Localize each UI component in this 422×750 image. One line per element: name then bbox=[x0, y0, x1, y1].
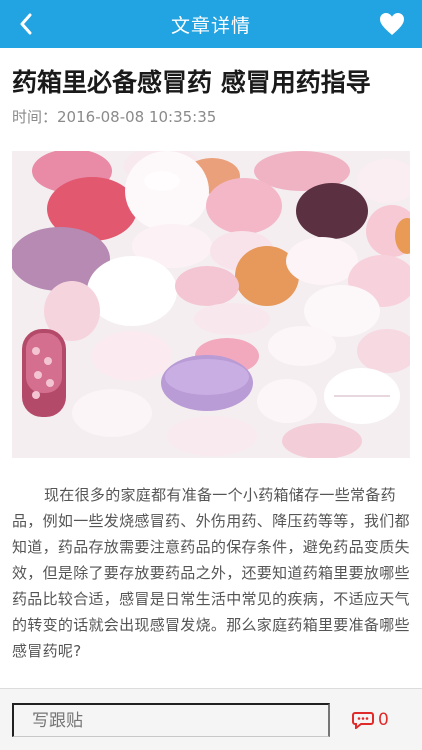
back-button[interactable] bbox=[8, 8, 44, 40]
article-time: 时间：2016-08-08 10:35:35 bbox=[12, 106, 410, 127]
chevron-left-icon bbox=[20, 13, 32, 35]
favorite-button[interactable] bbox=[374, 8, 410, 40]
article-content: 药箱里必备感冒药 感冒用药指导 时间：2016-08-08 10:35:35 现… bbox=[0, 48, 422, 688]
article-image bbox=[12, 151, 410, 458]
time-label: 时间： bbox=[12, 108, 58, 126]
article-title: 药箱里必备感冒药 感冒用药指导 bbox=[12, 68, 371, 97]
top-navigation-bar: 文章详情 bbox=[0, 0, 422, 48]
comment-count: 0 bbox=[378, 710, 389, 730]
comments-button[interactable]: 0 bbox=[352, 703, 389, 737]
page-title: 文章详情 bbox=[170, 14, 251, 37]
article-body: 现在很多的家庭都有准备一个小药箱储存一些常备药品，例如一些发烧感冒药、外伤用药、… bbox=[12, 486, 410, 660]
comment-bubble-icon bbox=[352, 712, 374, 729]
time-value: 2016-08-08 10:35:35 bbox=[57, 108, 217, 126]
heart-icon bbox=[380, 13, 404, 35]
bottom-action-bar: 0 bbox=[0, 688, 422, 750]
reply-input[interactable] bbox=[12, 703, 330, 737]
pills-photo bbox=[12, 151, 410, 458]
